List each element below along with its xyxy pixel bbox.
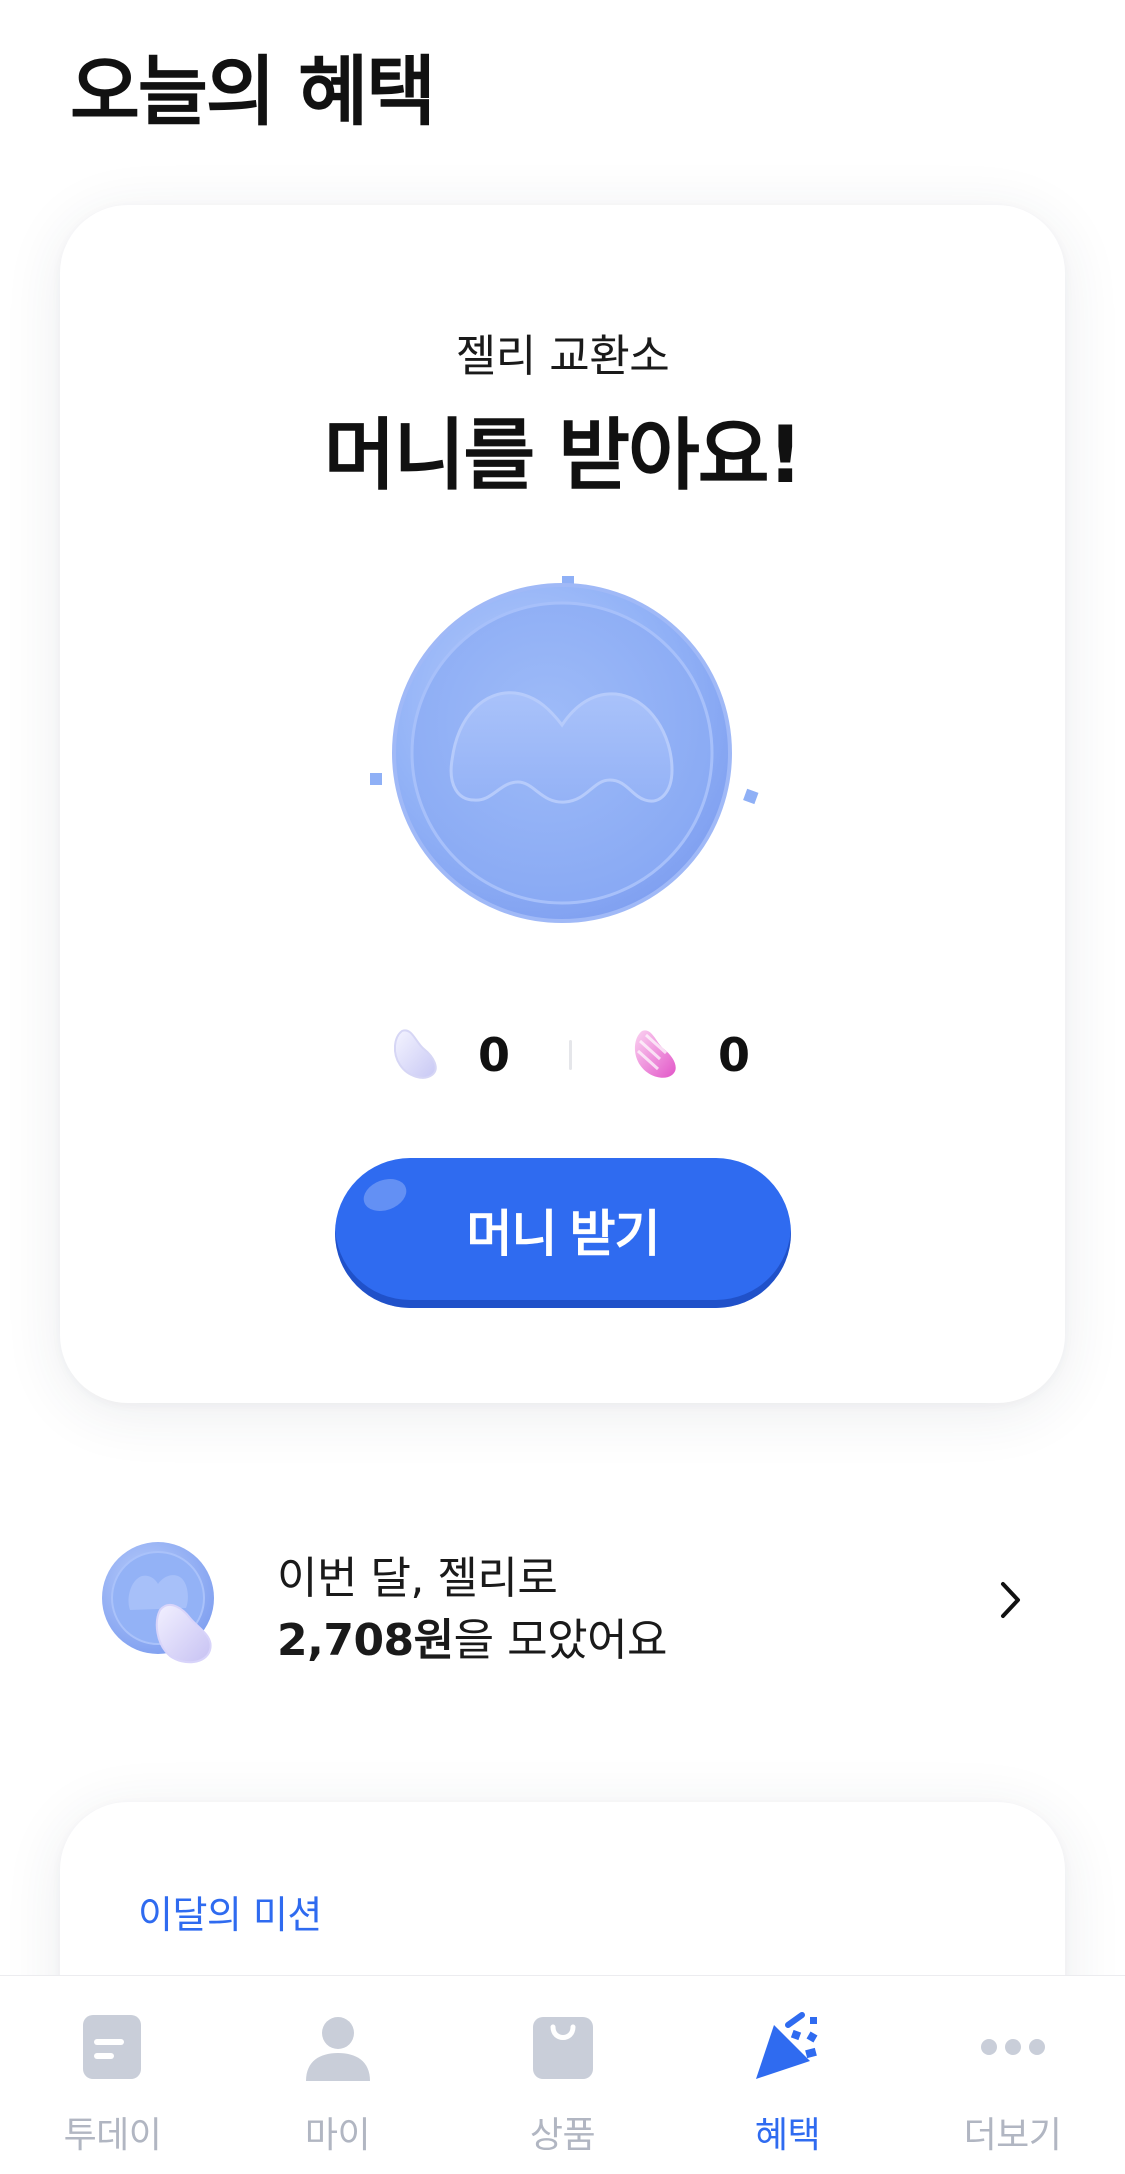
tab-benefits[interactable]: 혜택 — [675, 1976, 900, 2174]
tab-more[interactable]: 더보기 — [900, 1976, 1125, 2174]
bottom-tab-bar: 투데이 마이 상품 혜택 더보기 — [0, 1975, 1125, 2174]
tab-today[interactable]: 투데이 — [0, 1976, 225, 2174]
white-jelly-count: 0 — [390, 1020, 510, 1090]
receive-money-label: 머니 받기 — [466, 1206, 661, 1262]
monthly-suffix: 을 모았어요 — [453, 1615, 668, 1666]
white-jelly-value: 0 — [478, 1028, 511, 1082]
bag-icon — [527, 2011, 599, 2083]
tab-products[interactable]: 상품 — [450, 1976, 675, 2174]
person-icon — [302, 2011, 374, 2083]
chevron-right-icon — [999, 1580, 1023, 1624]
mission-title: 이달의 미션 — [138, 1893, 322, 1937]
today-icon — [77, 2011, 149, 2083]
tab-benefits-label: 혜택 — [754, 2115, 821, 2156]
tab-today-label: 투데이 — [63, 2115, 162, 2156]
monthly-amount: 2,708원 — [277, 1615, 454, 1666]
party-icon — [752, 2011, 824, 2083]
sparkle — [370, 773, 382, 785]
card-subtitle: 젤리 교환소 — [455, 331, 670, 382]
monthly-summary-line2: 2,708원을 모았어요 — [277, 1604, 668, 1668]
button-shine — [359, 1173, 411, 1217]
pink-jelly-value: 0 — [718, 1028, 751, 1082]
white-jelly-icon — [390, 1025, 440, 1085]
monthly-summary-line1: 이번 달, 젤리로 — [277, 1553, 558, 1604]
tab-my[interactable]: 마이 — [225, 1976, 450, 2174]
more-icon — [977, 2011, 1049, 2083]
coin-jelly-icon — [100, 1540, 230, 1674]
page-title: 오늘의 혜택 — [70, 47, 436, 136]
receive-money-button[interactable]: 머니 받기 — [335, 1158, 791, 1308]
pink-jelly-icon — [630, 1025, 680, 1085]
tab-my-label: 마이 — [304, 2115, 371, 2156]
sparkle — [743, 788, 759, 805]
jelly-counts: 0 0 — [60, 1020, 1065, 1090]
card-headline: 머니를 받아요! — [323, 411, 803, 501]
coin-illustration — [60, 500, 1065, 940]
monthly-summary-row[interactable]: 이번 달, 젤리로 2,708원을 모았어요 — [60, 1520, 1065, 1690]
tab-more-label: 더보기 — [963, 2115, 1062, 2156]
count-divider — [569, 1040, 572, 1070]
pink-jelly-count: 0 — [630, 1020, 750, 1090]
tab-products-label: 상품 — [529, 2115, 596, 2156]
jelly-exchange-card: 젤리 교환소 머니를 받아요! 0 0 머니 받기 — [60, 205, 1065, 1403]
